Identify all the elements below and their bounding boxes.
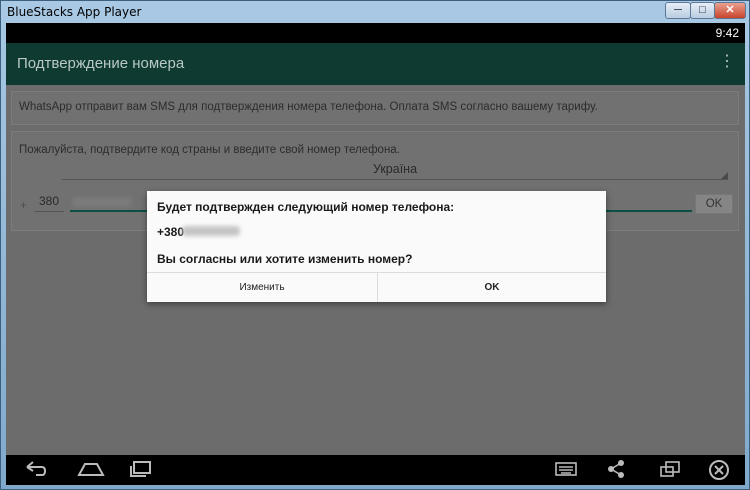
phone-prompt-text: Пожалуйста, подтвердите код страны и вве… — [19, 144, 400, 156]
dialog-question: Вы согласны или хотите изменить номер? — [157, 252, 413, 266]
dialog-phone-number: +380 — [157, 225, 185, 239]
country-code-input[interactable]: 380 — [34, 192, 64, 212]
status-bar: 9:42 — [6, 23, 745, 43]
blurred-phone-number — [72, 197, 132, 207]
info-card: WhatsApp отправит вам SMS для подтвержде… — [11, 91, 739, 125]
ok-button-behind[interactable]: OK — [695, 194, 733, 214]
window-titlebar[interactable]: BlueStacks App Player ─ □ ✕ — [1, 1, 749, 23]
country-select-value: Україна — [372, 162, 418, 176]
app-window: BlueStacks App Player ─ □ ✕ 9:42 Подтвер… — [0, 0, 750, 490]
dialog-message: Будет подтвержден следующий номер телефо… — [157, 200, 455, 214]
close-circle-icon[interactable] — [708, 459, 730, 485]
share-icon[interactable] — [606, 459, 626, 484]
dropdown-caret-icon — [721, 172, 728, 179]
blurred-dialog-number — [182, 226, 240, 236]
keyboard-icon[interactable] — [554, 459, 578, 484]
android-screen: 9:42 Подтверждение номера ⋮ WhatsApp отп… — [6, 23, 745, 485]
plus-sign: + — [20, 198, 28, 212]
confirm-number-dialog: Будет подтвержден следующий номер телефо… — [147, 191, 606, 302]
app-bar: Подтверждение номера ⋮ — [6, 43, 745, 85]
close-window-button[interactable]: ✕ — [714, 2, 746, 19]
back-icon[interactable] — [24, 459, 48, 484]
page-title: Подтверждение номера — [17, 55, 185, 72]
dialog-actions: Изменить OK — [147, 272, 606, 302]
minimize-button[interactable]: ─ — [665, 2, 691, 19]
recents-icon[interactable] — [128, 459, 154, 484]
window-title: BlueStacks App Player — [7, 5, 142, 19]
status-clock: 9:42 — [715, 26, 739, 40]
home-icon[interactable] — [76, 459, 106, 484]
overflow-menu-icon[interactable]: ⋮ — [719, 54, 735, 70]
sms-info-text: WhatsApp отправит вам SMS для подтвержде… — [19, 101, 598, 113]
maximize-button[interactable]: □ — [690, 2, 715, 19]
change-number-button[interactable]: Изменить — [147, 273, 378, 302]
navigation-bar — [6, 455, 745, 485]
ok-button[interactable]: OK — [378, 273, 606, 302]
window-icon[interactable] — [658, 459, 682, 484]
country-select[interactable]: Україна — [62, 160, 728, 180]
